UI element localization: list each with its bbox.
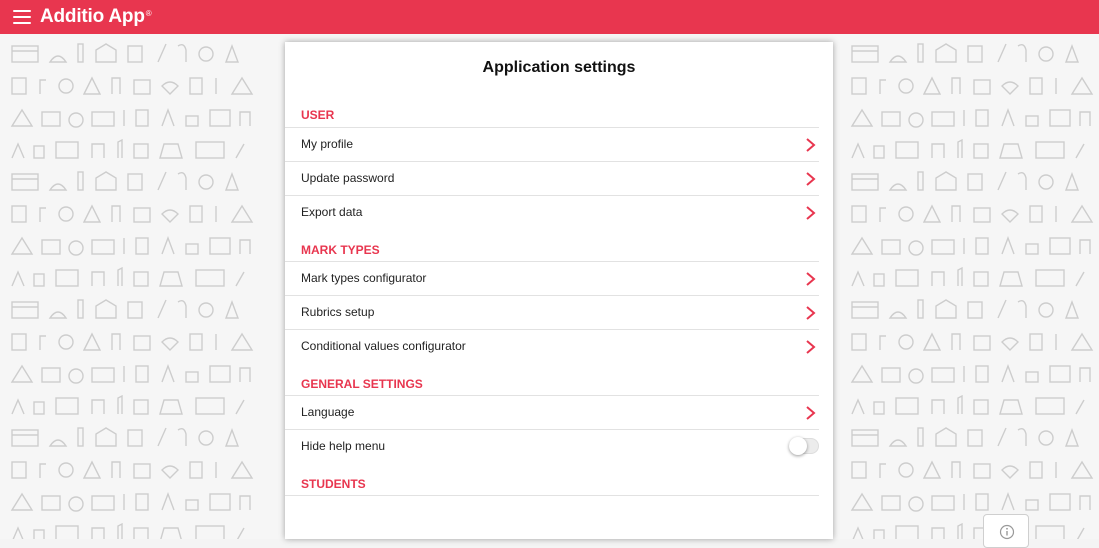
chevron-right-icon [806, 406, 816, 420]
item-label: Conditional values configurator [301, 339, 466, 353]
info-button[interactable] [983, 514, 1029, 548]
conditional-values-configurator-item[interactable]: Conditional values configurator [285, 330, 819, 363]
trademark-mark: ® [145, 9, 152, 18]
update-password-item[interactable]: Update password [285, 162, 819, 196]
section-header-general-settings: GENERAL SETTINGS [285, 363, 819, 396]
item-label: Mark types configurator [301, 271, 427, 285]
app-name: Additio App [40, 6, 145, 27]
item-label: Update password [301, 171, 395, 185]
my-profile-item[interactable]: My profile [285, 128, 819, 162]
chevron-right-icon [806, 306, 816, 320]
hide-help-menu-toggle[interactable] [789, 437, 819, 455]
export-data-item[interactable]: Export data [285, 196, 819, 229]
info-icon [999, 524, 1015, 540]
language-item[interactable]: Language [285, 396, 819, 430]
app-brand: Additio App® [40, 6, 152, 28]
section-header-user: USER [285, 94, 819, 128]
section-header-students: STUDENTS [285, 463, 819, 496]
item-label: Language [301, 405, 355, 419]
rubrics-setup-item[interactable]: Rubrics setup [285, 296, 819, 330]
hide-help-menu-item: Hide help menu [285, 430, 819, 463]
settings-panel: Application settings USER My profile Upd… [285, 42, 833, 539]
chevron-right-icon [806, 206, 816, 220]
chevron-right-icon [806, 340, 816, 354]
chevron-right-icon [806, 272, 816, 286]
mark-types-configurator-item[interactable]: Mark types configurator [285, 262, 819, 296]
chevron-right-icon [806, 138, 816, 152]
page-title: Application settings [482, 59, 636, 76]
top-bar: Additio App® [0, 0, 1099, 34]
section-header-mark-types: MARK TYPES [285, 229, 819, 262]
hamburger-menu-icon[interactable] [13, 10, 31, 24]
item-label: My profile [301, 137, 354, 151]
item-label: Hide help menu [301, 439, 386, 453]
item-label: Rubrics setup [301, 305, 375, 319]
chevron-right-icon [806, 172, 816, 186]
item-label: Export data [301, 205, 363, 219]
toggle-knob[interactable] [789, 437, 807, 455]
